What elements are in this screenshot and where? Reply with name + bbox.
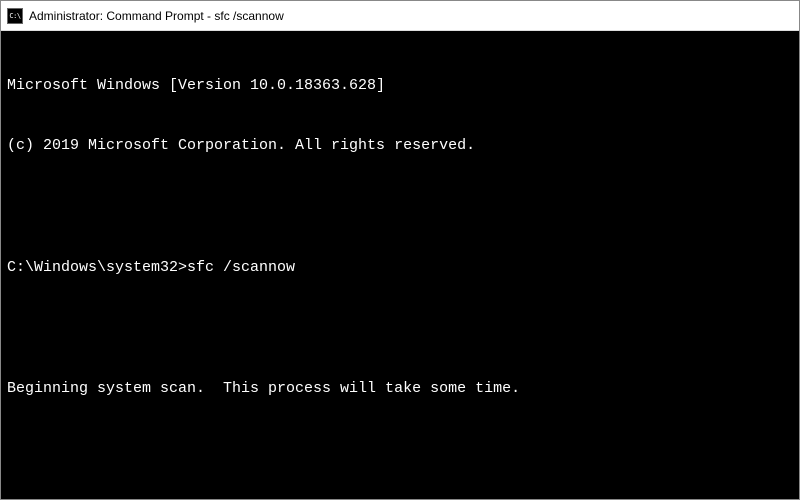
prompt-line: C:\Windows\system32>sfc /scannow [7, 258, 793, 278]
command-prompt-window: Administrator: Command Prompt - sfc /sca… [0, 0, 800, 500]
cmd-icon [7, 8, 23, 24]
status-line: Beginning system scan. This process will… [7, 379, 793, 399]
command-text: sfc /scannow [187, 258, 295, 278]
titlebar[interactable]: Administrator: Command Prompt - sfc /sca… [1, 1, 799, 31]
blank-line [7, 319, 793, 339]
terminal-area[interactable]: Microsoft Windows [Version 10.0.18363.62… [1, 31, 799, 499]
window-title: Administrator: Command Prompt - sfc /sca… [29, 9, 284, 23]
version-line: Microsoft Windows [Version 10.0.18363.62… [7, 76, 793, 96]
copyright-line: (c) 2019 Microsoft Corporation. All righ… [7, 136, 793, 156]
prompt-text: C:\Windows\system32> [7, 258, 187, 278]
blank-line [7, 197, 793, 217]
